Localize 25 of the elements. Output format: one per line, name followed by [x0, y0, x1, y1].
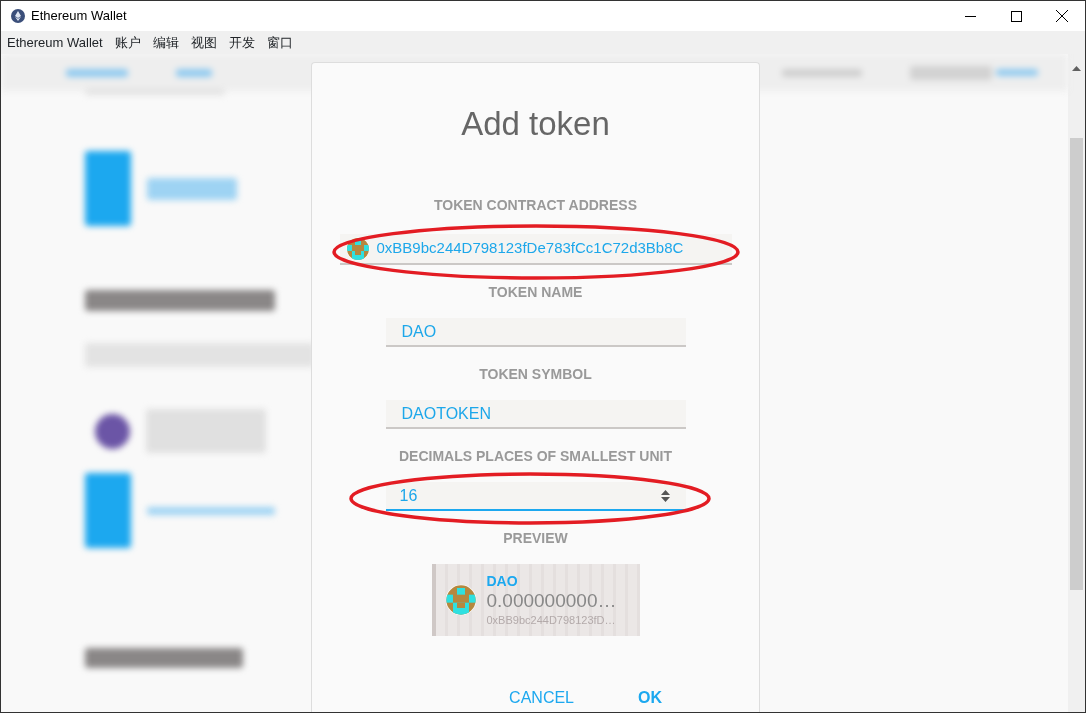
- app-logo-icon: [11, 9, 25, 23]
- field-label: TOKEN CONTRACT ADDRESS: [434, 196, 637, 214]
- field-label: TOKEN SYMBOL: [479, 365, 592, 383]
- scrollbar-thumb[interactable]: [1070, 138, 1083, 590]
- blurred-avatar: [95, 413, 130, 449]
- preview-label: PREVIEW: [503, 529, 568, 547]
- field-label: DECIMALS PLACES OF SMALLEST UNIT: [399, 447, 672, 465]
- menu-item[interactable]: 账户: [114, 32, 141, 53]
- menu-item[interactable]: 视图: [190, 32, 217, 53]
- menu-item[interactable]: Ethereum Wallet: [7, 32, 103, 53]
- blurred-unit: [996, 69, 1038, 76]
- token-address: 0xBB9bc244D798123fD…: [486, 613, 617, 627]
- maximize-icon[interactable]: [1010, 10, 1022, 22]
- identicon-icon: [444, 584, 477, 616]
- menu-item[interactable]: 开发: [228, 32, 255, 53]
- menu-item[interactable]: 窗口: [266, 32, 293, 53]
- token-balance: 0.000000000…: [486, 589, 617, 613]
- dialog-title: Add token: [461, 104, 610, 144]
- scroll-up-icon[interactable]: [1072, 66, 1081, 71]
- close-icon[interactable]: [1056, 10, 1068, 22]
- field-label: TOKEN NAME: [488, 283, 583, 301]
- window-title: Ethereum Wallet: [31, 7, 127, 26]
- menu-item[interactable]: 编辑: [152, 32, 179, 53]
- token-name: DAO: [486, 573, 519, 589]
- spinner-icon[interactable]: [660, 489, 670, 502]
